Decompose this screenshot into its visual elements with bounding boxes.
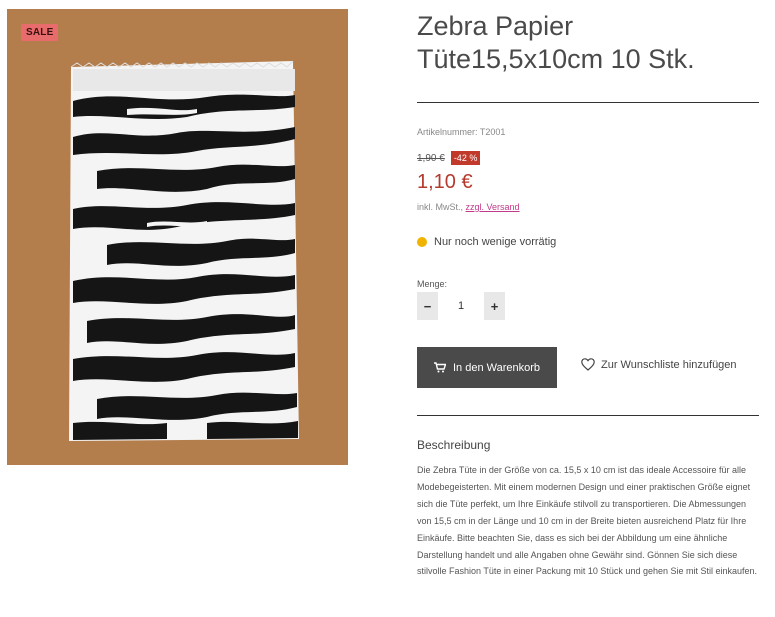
old-price-row: 1,90 € -42 % bbox=[417, 151, 481, 165]
divider bbox=[417, 415, 759, 416]
stock-status: Nur noch wenige vorrätig bbox=[417, 236, 556, 248]
old-price: 1,90 € bbox=[417, 152, 445, 164]
heart-icon bbox=[581, 358, 595, 371]
current-price: 1,10 € bbox=[417, 171, 473, 193]
tax-text: inkl. MwSt., bbox=[417, 202, 464, 212]
cart-icon bbox=[433, 362, 446, 373]
description-text: Die Zebra Tüte in der Größe von ca. 15,5… bbox=[417, 465, 758, 577]
add-to-cart-button[interactable]: In den Warenkorb bbox=[417, 347, 557, 388]
quantity-stepper: − + bbox=[417, 292, 505, 320]
tax-info: inkl. MwSt., zzgl. Versand bbox=[417, 202, 520, 212]
sale-badge: SALE bbox=[21, 24, 59, 41]
quantity-decrease-button[interactable]: − bbox=[417, 292, 438, 320]
stock-dot-icon bbox=[417, 237, 427, 247]
quantity-increase-button[interactable]: + bbox=[484, 292, 505, 320]
product-title: Zebra Papier Tüte15,5x10cm 10 Stk. bbox=[417, 11, 695, 74]
divider bbox=[417, 102, 759, 103]
wishlist-label: Zur Wunschliste hinzufügen bbox=[601, 358, 737, 371]
quantity-label: Menge: bbox=[417, 279, 448, 289]
discount-badge: -42 % bbox=[450, 151, 481, 165]
sku: Artikelnummer: T2001 bbox=[417, 127, 506, 137]
add-to-cart-label: In den Warenkorb bbox=[452, 361, 541, 374]
shipping-link[interactable]: zzgl. Versand bbox=[466, 202, 520, 212]
quantity-input[interactable] bbox=[438, 292, 484, 320]
product-image[interactable]: SALE bbox=[7, 9, 348, 465]
stock-label: Nur noch wenige vorrätig bbox=[434, 236, 557, 248]
wishlist-button[interactable]: Zur Wunschliste hinzufügen bbox=[581, 358, 737, 371]
zebra-bag-photo bbox=[7, 9, 348, 465]
description-title: Beschreibung bbox=[417, 438, 491, 452]
